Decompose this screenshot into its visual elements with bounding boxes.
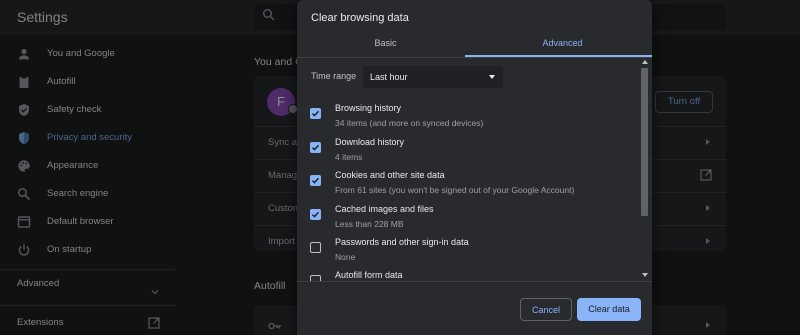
option-title: Browsing history bbox=[335, 103, 402, 113]
clear-browsing-data-dialog: Clear browsing data Basic Advanced Time … bbox=[297, 0, 652, 335]
time-range-select[interactable]: Last hour bbox=[363, 66, 503, 88]
option-download-history[interactable]: Download history 4 items bbox=[297, 137, 637, 169]
checkbox-checked[interactable] bbox=[310, 175, 321, 186]
dialog-scrollbar[interactable] bbox=[641, 60, 650, 280]
clear-data-button[interactable]: Clear data bbox=[577, 298, 641, 321]
option-title: Autofill form data bbox=[335, 270, 403, 280]
option-autofill-form-data[interactable]: Autofill form data bbox=[297, 270, 637, 281]
option-browsing-history[interactable]: Browsing history 34 items (and more on s… bbox=[297, 103, 637, 135]
dropdown-arrow-icon bbox=[489, 75, 495, 79]
dialog-tabs: Basic Advanced bbox=[297, 32, 652, 57]
checkbox-checked[interactable] bbox=[310, 142, 321, 153]
tab-advanced[interactable]: Advanced bbox=[474, 32, 651, 57]
option-description: None bbox=[335, 252, 356, 262]
option-cookies[interactable]: Cookies and other site data From 61 site… bbox=[297, 170, 637, 202]
checkbox-checked[interactable] bbox=[310, 209, 321, 220]
scroll-up-arrow-icon[interactable] bbox=[642, 60, 648, 64]
time-range-value: Last hour bbox=[370, 72, 408, 82]
option-passwords[interactable]: Passwords and other sign-in data None bbox=[297, 237, 637, 269]
option-title: Passwords and other sign-in data bbox=[335, 237, 469, 247]
option-title: Cached images and files bbox=[335, 204, 434, 214]
option-title: Cookies and other site data bbox=[335, 170, 445, 180]
option-cached-images[interactable]: Cached images and files Less than 228 MB bbox=[297, 204, 637, 236]
option-description: 4 items bbox=[335, 152, 363, 162]
option-description: From 61 sites (you won't be signed out o… bbox=[335, 185, 575, 195]
dialog-footer-divider bbox=[297, 281, 652, 282]
tab-basic[interactable]: Basic bbox=[297, 32, 474, 57]
option-description: 34 items (and more on synced devices) bbox=[335, 118, 484, 128]
dialog-scroll-area[interactable]: Time range Last hour Browsing history 34… bbox=[297, 58, 652, 281]
dialog-title: Clear browsing data bbox=[311, 12, 409, 24]
time-range-label: Time range bbox=[311, 71, 357, 81]
option-description: Less than 228 MB bbox=[335, 219, 404, 229]
checkbox-checked[interactable] bbox=[310, 108, 321, 119]
checkbox-unchecked[interactable] bbox=[310, 242, 321, 253]
cancel-button[interactable]: Cancel bbox=[520, 298, 572, 321]
option-title: Download history bbox=[335, 137, 405, 147]
scrollbar-thumb[interactable] bbox=[641, 68, 648, 216]
scroll-down-arrow-icon[interactable] bbox=[642, 273, 648, 277]
